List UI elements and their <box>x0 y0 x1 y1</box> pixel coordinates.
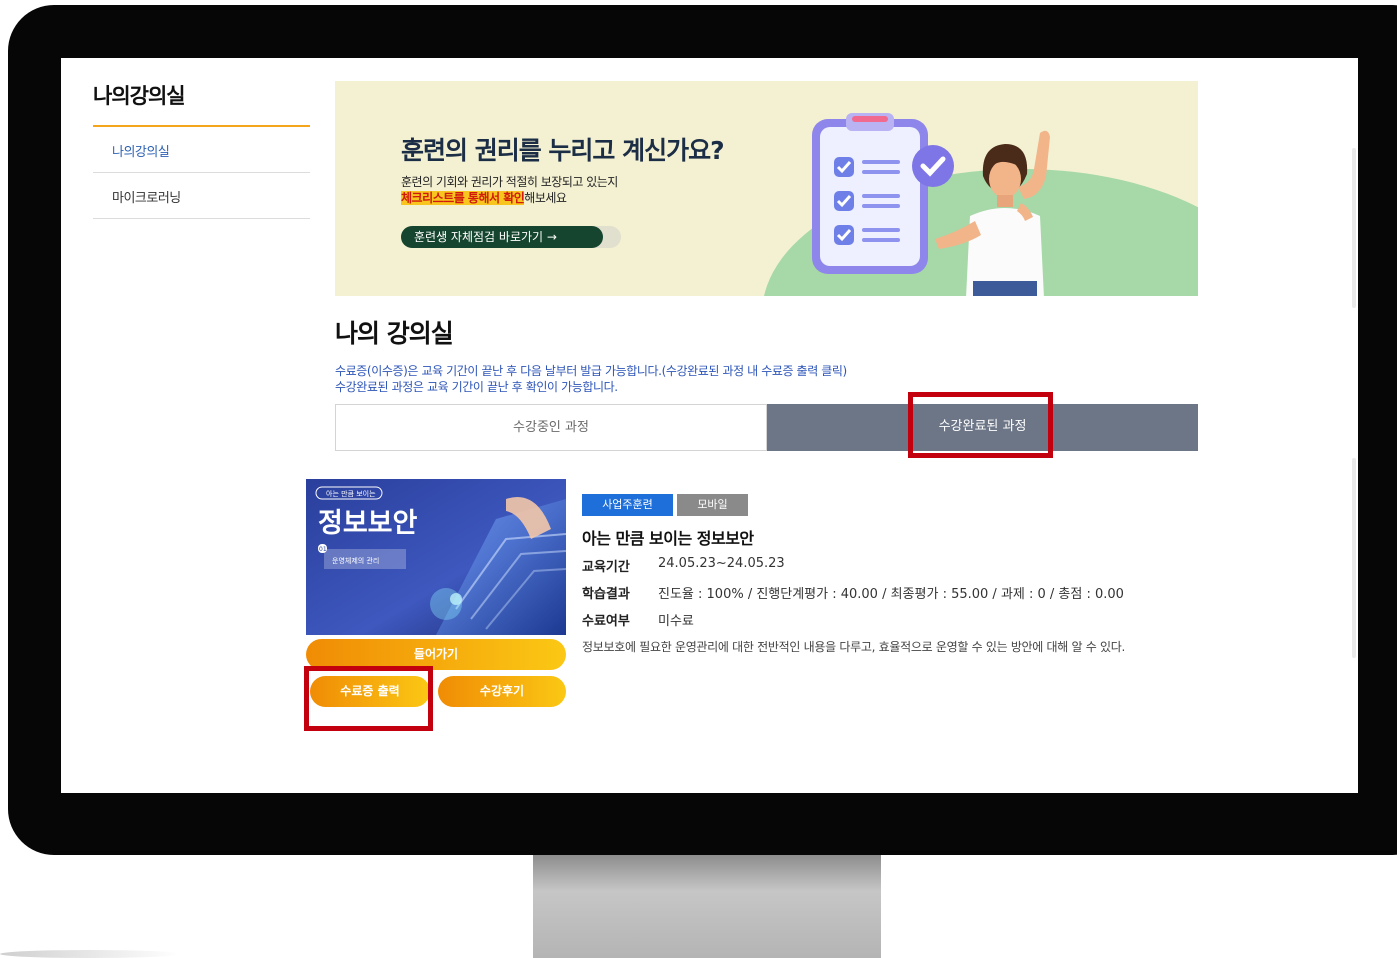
notice-text-2: 수강완료된 과정은 교육 기간이 끝난 후 확인이 가능합니다. <box>335 380 618 394</box>
thumbnail-number: 01 <box>319 546 327 553</box>
banner-headline: 훈련의 권리를 누리고 계신가요? <box>401 136 725 165</box>
banner-subtext-2: 체크리스트를 통해서 확인해보세요 <box>401 189 567 206</box>
sidebar-item-label: 나의강의실 <box>112 145 170 160</box>
badge-business-training: 사업주훈련 <box>582 494 673 516</box>
scrollbar-edge-lower <box>1352 458 1356 658</box>
result-label: 학습결과 <box>582 587 630 602</box>
course-title[interactable]: 아는 만큼 보이는 정보보안 <box>582 525 754 549</box>
floor-shadow <box>0 950 180 958</box>
tab-ongoing-courses[interactable]: 수강중인 과정 <box>335 404 767 451</box>
course-thumbnail-image: 아는 만큼 보이는 정보보안 01 운영체제의 관리 <box>306 479 566 635</box>
notice-text-1: 수료증(이수증)은 교육 기간이 끝난 후 다음 날부터 발급 가능합니다.(수… <box>335 364 847 378</box>
cheering-person-illustration <box>935 130 1050 296</box>
sidebar-item-microlearning[interactable]: 마이크로러닝 <box>93 173 310 219</box>
completion-value: 미수료 <box>658 614 694 629</box>
banner-highlight: 체크리스트를 통해서 확인 <box>401 191 525 205</box>
result-value: 진도율 : 100% / 진행단계평가 : 40.00 / 최종평가 : 55.… <box>658 587 1124 602</box>
sidebar-item-my-classroom[interactable]: 나의강의실 <box>93 127 310 173</box>
monitor-stand <box>533 855 881 958</box>
thumbnail-title: 정보보안 <box>318 508 418 539</box>
self-check-button-label: 훈련생 자체점검 바로가기 → <box>401 226 603 248</box>
period-label: 교육기간 <box>582 560 630 575</box>
course-review-button[interactable]: 수강후기 <box>438 676 566 707</box>
highlight-box-completed-tab <box>908 392 1053 458</box>
thumbnail-subtitle: 운영체제의 관리 <box>332 556 379 565</box>
banner-subtext-rest: 해보세요 <box>524 191 567 205</box>
self-check-button[interactable]: 훈련생 자체점검 바로가기 → <box>401 226 621 248</box>
page-title: 나의 강의실 <box>335 319 454 348</box>
course-description: 정보보호에 필요한 운영관리에 대한 전반적인 내용을 다루고, 효율적으로 운… <box>582 640 1126 654</box>
thumbnail-tag: 아는 만큼 보이는 <box>326 489 376 498</box>
sidebar-item-label: 마이크로러닝 <box>112 191 181 206</box>
course-thumbnail[interactable]: 아는 만큼 보이는 정보보안 01 운영체제의 관리 <box>306 479 566 635</box>
highlight-box-certificate <box>304 666 433 731</box>
sidebar-title: 나의강의실 <box>93 84 186 108</box>
completion-label: 수료여부 <box>582 614 630 629</box>
banner-subtext: 훈련의 기회와 권리가 적절히 보장되고 있는지 <box>401 175 618 189</box>
period-value: 24.05.23~24.05.23 <box>658 556 785 571</box>
promo-banner[interactable]: 훈련의 권리를 누리고 계신가요? 훈련의 기회와 권리가 적절히 보장되고 있… <box>335 81 1198 296</box>
screen: 나의강의실 나의강의실 마이크로러닝 훈련의 권리를 누리고 계신가요? 훈련의… <box>61 58 1358 793</box>
badge-mobile: 모바일 <box>677 494 748 516</box>
scrollbar-edge <box>1352 148 1356 308</box>
